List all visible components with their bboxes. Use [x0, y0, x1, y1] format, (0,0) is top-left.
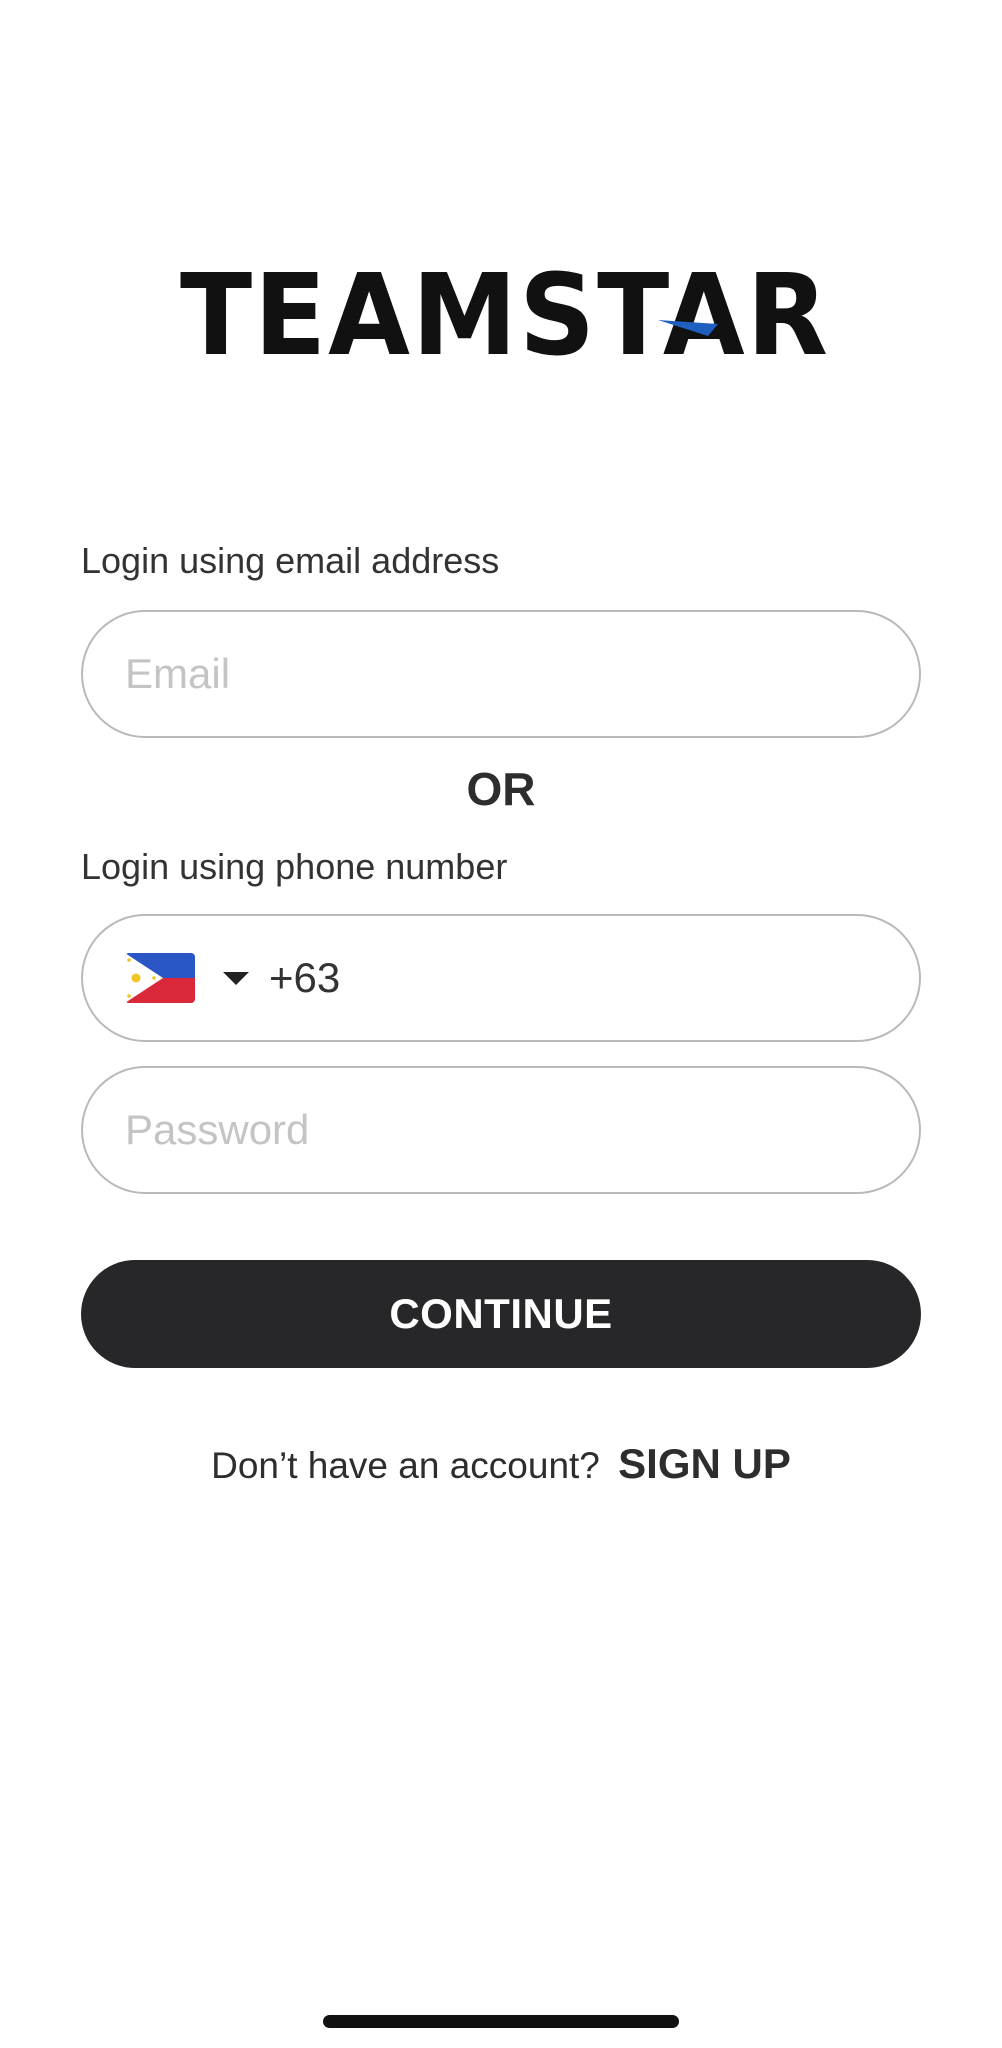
signup-link[interactable]: SIGN UP [618, 1440, 791, 1487]
password-field[interactable] [123, 1106, 879, 1154]
country-code-selector[interactable] [123, 953, 267, 1003]
email-field[interactable] [123, 650, 879, 698]
teamstar-logo: TEAMSTAR [180, 262, 830, 366]
philippines-flag-icon [125, 953, 195, 1003]
phone-number-field[interactable] [267, 954, 879, 1002]
home-indicator[interactable] [323, 2015, 679, 2028]
password-field-container[interactable] [81, 1066, 921, 1194]
login-screen: TEAMSTAR Login using email address OR Lo… [0, 0, 1002, 2048]
chevron-down-icon[interactable] [223, 971, 249, 985]
email-login-label: Login using email address [81, 540, 500, 581]
logo-graphic: TEAMSTAR [180, 262, 830, 366]
signup-row: Don’t have an account? SIGN UP [0, 1440, 1002, 1488]
continue-button[interactable]: CONTINUE [81, 1260, 921, 1368]
or-divider: OR [466, 763, 536, 815]
email-field-container[interactable] [81, 610, 921, 738]
phone-field-container[interactable] [81, 914, 921, 1042]
phone-login-label: Login using phone number [81, 846, 508, 887]
signup-prompt: Don’t have an account? [211, 1445, 600, 1486]
logo-wordmark: TEAMSTAR [180, 262, 830, 366]
